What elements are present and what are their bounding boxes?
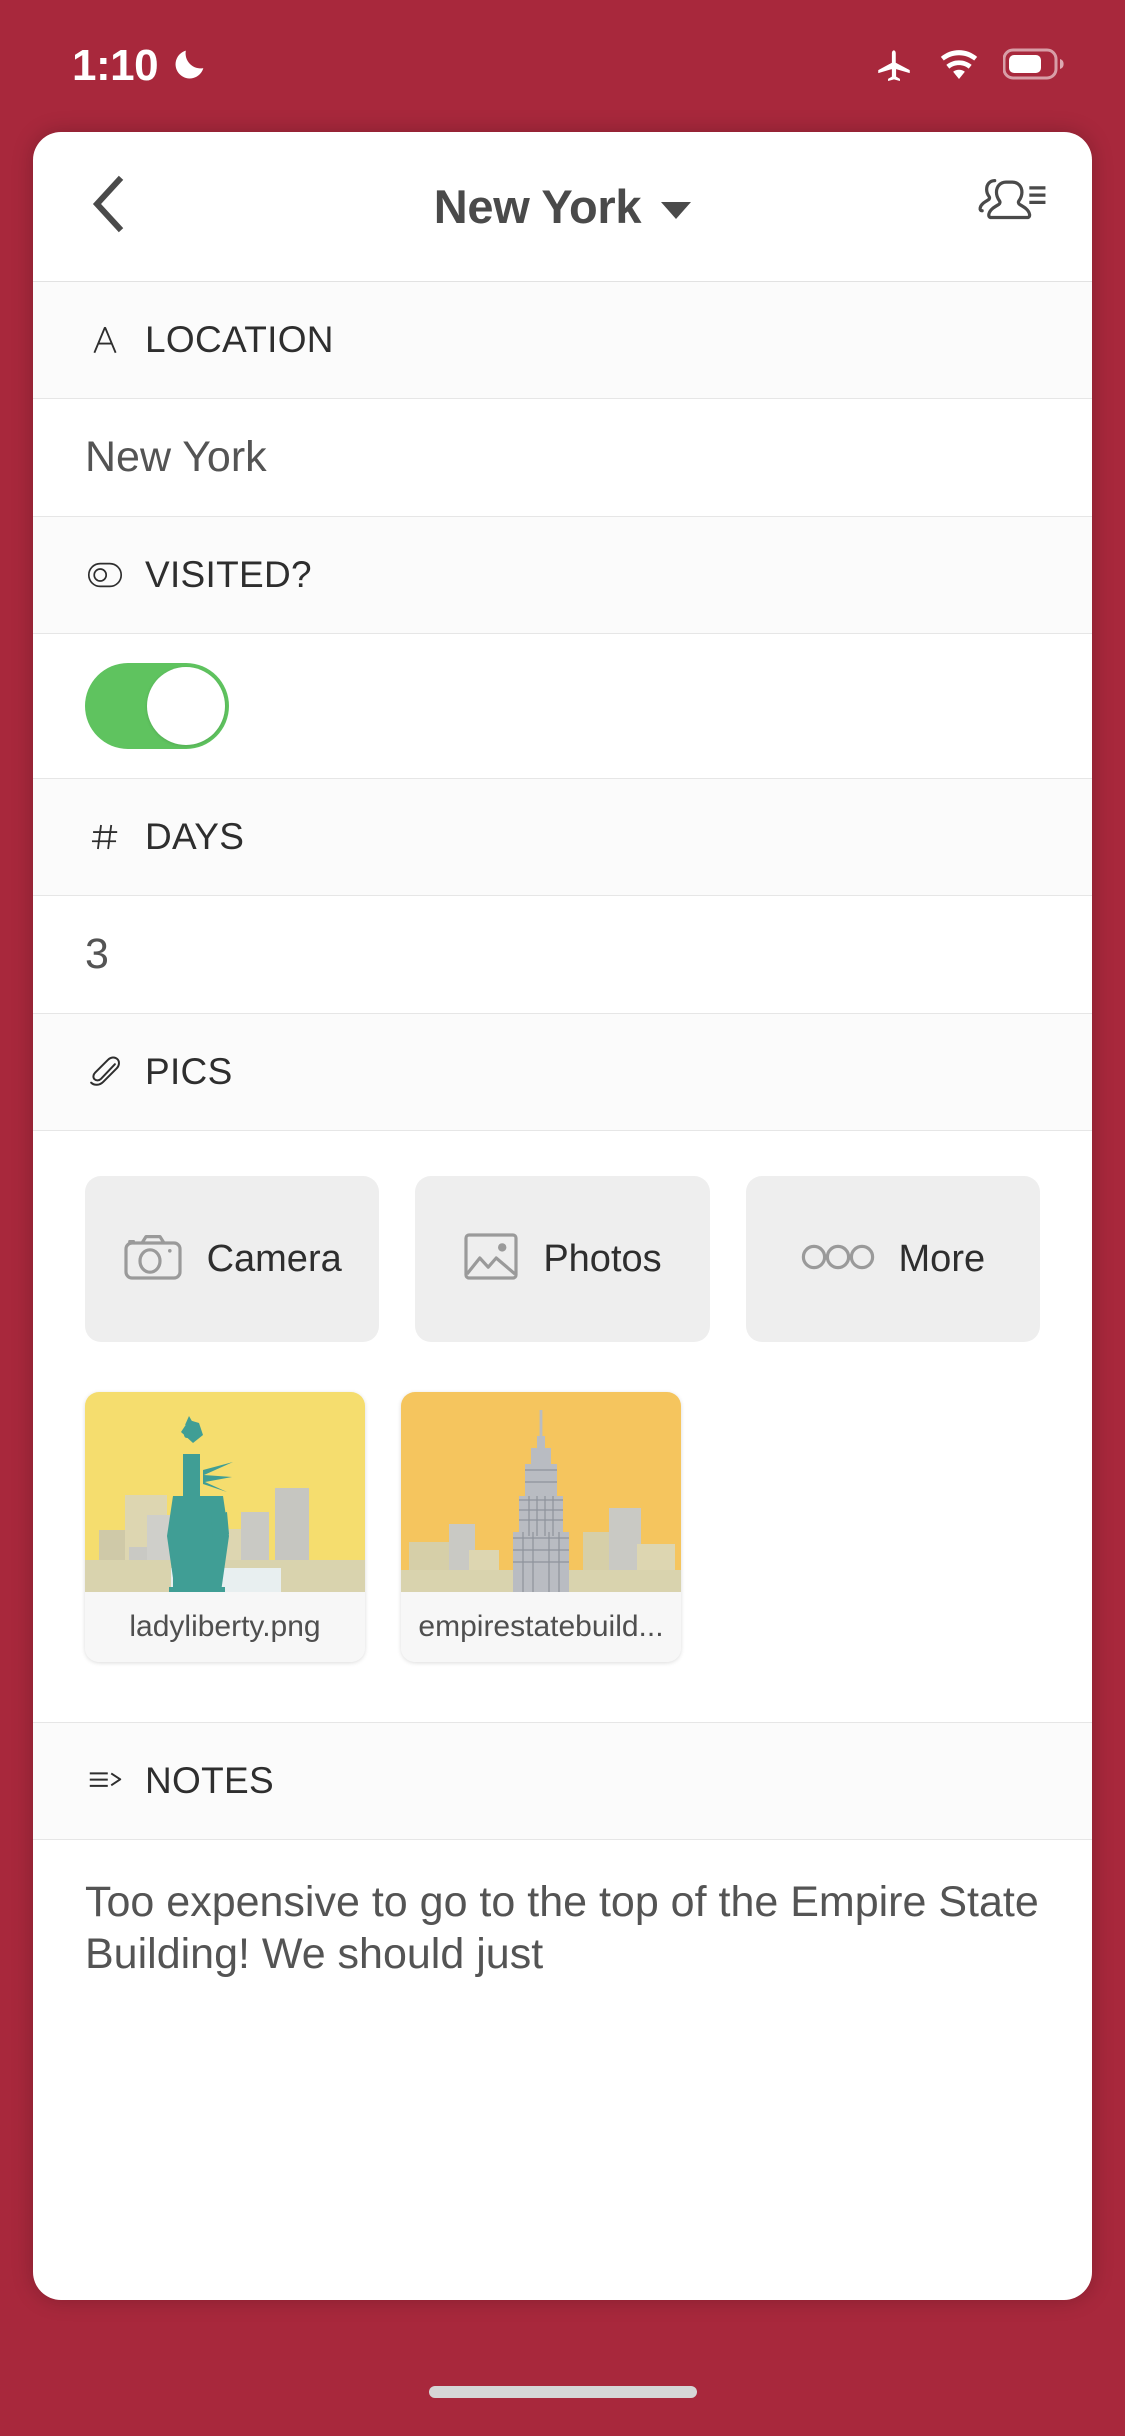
nav-title-group: New York: [33, 179, 1092, 234]
visited-value-row: [33, 634, 1092, 779]
home-indicator[interactable]: [428, 2386, 697, 2398]
status-bar: 1:10: [0, 0, 1125, 132]
nav-bar: New York: [33, 132, 1092, 282]
airplane-mode-icon: [873, 43, 915, 90]
text-field-icon: [85, 323, 125, 357]
pic-thumbnails: ladyliberty.png empirestatebuild...: [85, 1342, 1040, 1722]
thumbnail-caption: empirestatebuild...: [401, 1592, 681, 1662]
location-value: New York: [85, 433, 267, 481]
visited-toggle[interactable]: [85, 663, 229, 749]
more-button[interactable]: More: [745, 1176, 1040, 1342]
notes-label-row: NOTES: [33, 1723, 1092, 1840]
thumbnail-caption: ladyliberty.png: [85, 1592, 365, 1662]
photos-button-label: Photos: [543, 1237, 662, 1280]
status-bar-right: [873, 42, 1065, 91]
status-bar-time: 1:10: [72, 41, 159, 90]
pic-source-buttons: Camera Photos More: [85, 1176, 1040, 1342]
thumbnail-item[interactable]: empirestatebuild...: [401, 1392, 681, 1662]
location-label-row: LOCATION: [33, 282, 1092, 399]
notes-value-row[interactable]: Too expensive to go to the top of the Em…: [33, 1840, 1092, 1981]
days-label: DAYS: [145, 816, 245, 857]
notes-value: Too expensive to go to the top of the Em…: [85, 1878, 1039, 1979]
moon-icon: [170, 44, 210, 89]
notes-lines-icon: [85, 1766, 125, 1796]
number-hash-icon: [85, 820, 125, 854]
ellipsis-circles-icon: [801, 1244, 875, 1275]
location-label: LOCATION: [145, 319, 334, 360]
paperclip-icon: [85, 1055, 125, 1089]
battery-icon: [1002, 48, 1065, 85]
app-card: New York LOCATION New York VISITED? DAYS…: [33, 132, 1092, 2300]
page-title: New York: [433, 180, 642, 233]
photos-button[interactable]: Photos: [415, 1176, 710, 1342]
contacts-button[interactable]: [974, 175, 1046, 238]
back-button[interactable]: [85, 174, 147, 239]
empire-state-building-image: [401, 1392, 681, 1592]
more-button-label: More: [898, 1237, 986, 1280]
wifi-icon: [937, 42, 981, 91]
photos-image-icon: [463, 1231, 519, 1288]
days-value: 3: [85, 930, 109, 978]
pics-label-row: PICS: [33, 1014, 1092, 1131]
status-bar-left: 1:10: [72, 44, 210, 89]
toggle-knob: [147, 667, 225, 745]
days-label-row: DAYS: [33, 779, 1092, 896]
visited-label: VISITED?: [145, 554, 312, 595]
pics-body: Camera Photos More ladyliberty.png empir…: [33, 1131, 1092, 1723]
contacts-list-icon: [974, 175, 1046, 238]
toggle-circle-icon: [85, 560, 125, 590]
thumbnail-item[interactable]: ladyliberty.png: [85, 1392, 365, 1662]
chevron-left-icon: [85, 174, 133, 239]
camera-icon: [123, 1232, 183, 1287]
notes-label: NOTES: [145, 1760, 274, 1801]
days-value-row[interactable]: 3: [33, 896, 1092, 1014]
pics-label: PICS: [145, 1051, 233, 1092]
statue-of-liberty-image: [85, 1392, 365, 1592]
camera-button[interactable]: Camera: [85, 1176, 380, 1342]
camera-button-label: Camera: [206, 1237, 342, 1280]
visited-label-row: VISITED?: [33, 517, 1092, 634]
location-value-row[interactable]: New York: [33, 399, 1092, 517]
chevron-down-icon[interactable]: [661, 202, 692, 219]
